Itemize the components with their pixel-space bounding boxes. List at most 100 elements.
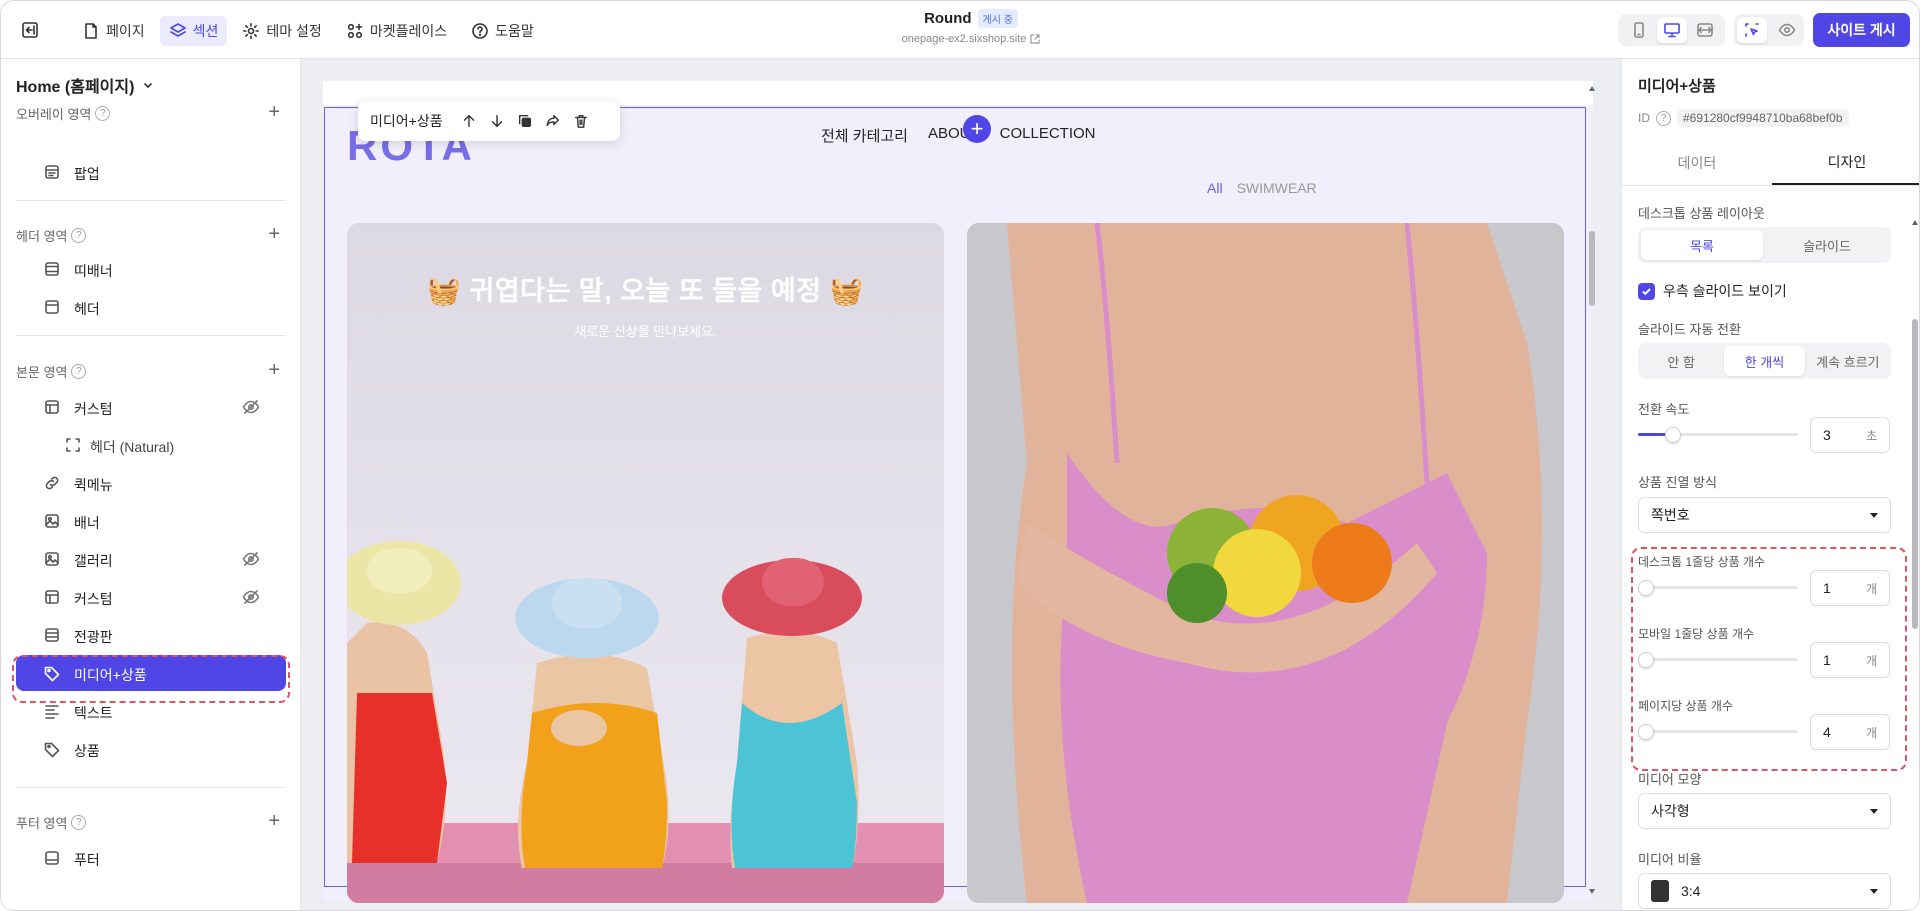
slider-knob[interactable] [1638, 652, 1654, 668]
site-title: Round [924, 10, 972, 27]
add-header-button[interactable]: + [268, 224, 280, 244]
tab-data[interactable]: 데이터 [1622, 141, 1772, 185]
layout-list-option[interactable]: 목록 [1641, 230, 1763, 260]
arrangement-value: 쪽번호 [1651, 507, 1690, 523]
desktop-per-row-input[interactable]: 1 개 [1810, 570, 1890, 606]
add-footer-button[interactable]: + [268, 811, 280, 831]
product-card-hats[interactable]: 🧺 귀엽다는 말, 오늘 또 들을 예정 🧺 새로운 신상을 만나보세요. [347, 223, 944, 903]
caret-down-icon [1870, 512, 1878, 518]
slider-knob[interactable] [1638, 580, 1654, 596]
nav-theme[interactable]: 테마 설정 [233, 16, 330, 46]
arrangement-select[interactable]: 쪽번호 [1638, 497, 1891, 533]
canvas-scrollbar[interactable] [1587, 81, 1597, 901]
section-item-topbanner[interactable]: 띠배너 [16, 251, 286, 287]
image-icon [43, 512, 61, 530]
help-circle-icon[interactable]: ? [71, 228, 87, 243]
mobile-per-row-label: 모바일 1줄당 상품 개수 [1638, 627, 1755, 641]
page-selector[interactable]: Home (홈페이지) [16, 73, 154, 97]
eye-off-icon[interactable] [242, 398, 260, 416]
auto-slide-none-option[interactable]: 안 함 [1641, 346, 1721, 376]
section-item-popup[interactable]: 팝업 [16, 154, 286, 190]
section-item-gallery[interactable]: 갤러리 [16, 541, 286, 577]
share-icon[interactable] [545, 113, 561, 129]
arrow-up-icon[interactable] [461, 113, 477, 129]
eye-off-icon[interactable] [242, 588, 260, 606]
section-item-custom[interactable]: 커스텀 [16, 389, 286, 425]
section-item-label: 푸터 [74, 852, 100, 868]
product-card-citrus[interactable] [967, 223, 1564, 903]
mobile-per-row-slider[interactable] [1638, 649, 1798, 671]
menu-item-category[interactable]: 전체 카테고리 [821, 125, 908, 146]
help-circle-icon[interactable]: ? [71, 815, 87, 830]
nav-help-label: 도움말 [495, 23, 534, 39]
exit-icon[interactable] [21, 21, 39, 39]
mobile-per-row-unit: 개 [1865, 653, 1877, 668]
trash-icon[interactable] [573, 113, 589, 129]
section-item-label: 헤더 [74, 301, 100, 317]
nav-theme-label: 테마 설정 [266, 23, 322, 39]
help-circle-icon[interactable]: ? [71, 364, 87, 379]
layout-slide-option[interactable]: 슬라이드 [1766, 230, 1888, 260]
section-item-billboard[interactable]: 전광판 [16, 617, 286, 653]
group-body-label: 본문 영역 [16, 365, 68, 380]
nav-page[interactable]: 페이지 [73, 16, 154, 46]
fullwidth-view-button[interactable] [1690, 17, 1720, 43]
preview-button[interactable] [1772, 17, 1802, 43]
tab-design[interactable]: 디자인 [1772, 141, 1919, 185]
arrangement-label: 상품 진열 방식 [1638, 475, 1717, 490]
section-item-label: 커스텀 [74, 591, 113, 607]
arrow-down-icon[interactable] [489, 113, 505, 129]
per-page-slider[interactable] [1638, 721, 1798, 743]
help-circle-icon[interactable]: ? [95, 106, 111, 121]
section-item-header-natural[interactable]: 헤더 (Natural) [36, 427, 286, 463]
view-mode-toggle [1734, 14, 1804, 46]
mobile-view-button[interactable] [1624, 17, 1654, 43]
help-circle-icon[interactable]: ? [1656, 110, 1671, 126]
filter-swimwear[interactable]: SWIMWEAR [1237, 180, 1317, 196]
selected-section-frame[interactable]: ROTA 전체 카테고리 ABOUT COLLECTION All SWIMWE… [324, 107, 1586, 903]
nav-marketplace[interactable]: 마켓플레이스 [337, 16, 456, 46]
site-url-link[interactable]: onepage-ex2.sixshop.site [761, 33, 1181, 45]
per-page-input[interactable]: 4 개 [1810, 714, 1890, 750]
duplicate-icon[interactable] [517, 113, 533, 129]
auto-slide-flow-option[interactable]: 계속 흐르기 [1808, 346, 1888, 376]
eye-off-icon[interactable] [242, 550, 260, 568]
auto-slide-one-option[interactable]: 한 개씩 [1724, 346, 1805, 376]
section-item-footer[interactable]: 푸터 [16, 840, 286, 876]
section-item-label: 갤러리 [74, 553, 113, 569]
nav-section[interactable]: 섹션 [159, 16, 228, 46]
slider-knob[interactable] [1638, 724, 1654, 740]
add-section-button[interactable]: + [963, 115, 991, 143]
media-ratio-value: 3:4 [1681, 883, 1701, 899]
media-shape-select[interactable]: 사각형 [1638, 793, 1891, 829]
section-item-custom-2[interactable]: 커스텀 [16, 579, 286, 615]
speed-value: 3 [1823, 427, 1831, 443]
select-mode-button[interactable] [1736, 17, 1767, 43]
publish-button[interactable]: 사이트 게시 [1813, 13, 1910, 47]
mobile-per-row-input[interactable]: 1 개 [1810, 642, 1890, 678]
section-item-banner[interactable]: 배너 [16, 503, 286, 539]
filter-all[interactable]: All [1207, 180, 1223, 196]
speed-slider[interactable] [1638, 424, 1798, 446]
media-ratio-select[interactable]: 3:4 [1638, 873, 1891, 909]
nav-help[interactable]: 도움말 [462, 16, 543, 46]
speed-input[interactable]: 3 초 [1810, 417, 1890, 453]
add-body-button[interactable]: + [268, 360, 280, 380]
section-item-product[interactable]: 상품 [16, 731, 286, 767]
slider-knob[interactable] [1665, 427, 1681, 443]
layout-icon [43, 588, 61, 606]
section-id-value[interactable]: #691280cf9948710ba68bef0b [1677, 109, 1849, 127]
desktop-layout-label: 데스크톱 상품 레이아웃 [1638, 206, 1765, 221]
menu-item-collection[interactable]: COLLECTION [1000, 125, 1096, 146]
panel-scrollbar[interactable] [1912, 219, 1918, 911]
desktop-layout-toggle: 목록 슬라이드 [1638, 227, 1891, 263]
status-badge: 게시 중 [977, 9, 1018, 28]
add-overlay-button[interactable]: + [268, 102, 280, 122]
section-item-header[interactable]: 헤더 [16, 289, 286, 325]
link-icon [43, 474, 61, 492]
group-overlay: 오버레이 영역 ? + [16, 102, 286, 123]
section-item-quickmenu[interactable]: 퀵메뉴 [16, 465, 286, 501]
show-right-slide-checkbox[interactable]: 우측 슬라이드 보이기 [1638, 281, 1787, 301]
desktop-view-button[interactable] [1656, 17, 1687, 43]
desktop-per-row-slider[interactable] [1638, 577, 1798, 599]
